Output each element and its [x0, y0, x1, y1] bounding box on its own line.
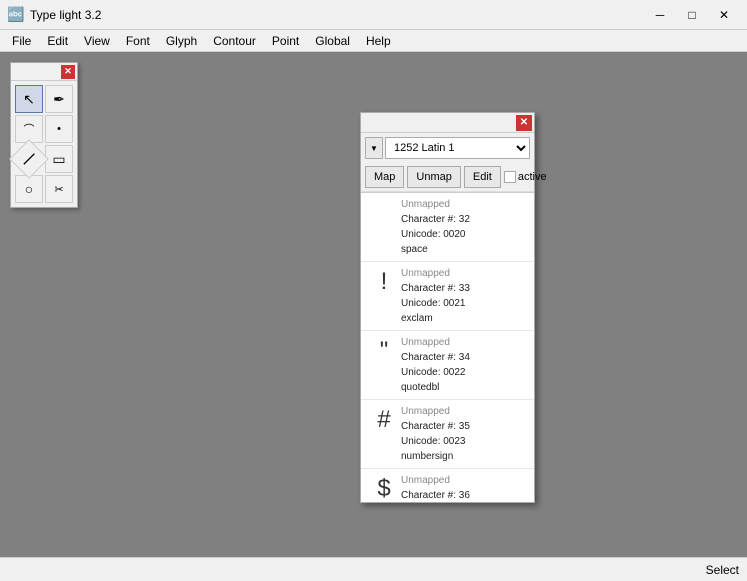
list-item[interactable]: # Unmapped Character #: 35 Unicode: 0023…	[361, 400, 534, 469]
ellipse-tool-button[interactable]: ○	[15, 175, 43, 203]
title-bar: 🔤 Type light 3.2 ─ □ ✕	[0, 0, 747, 30]
list-item[interactable]: $ Unmapped Character #: 36 Unicode: 0024…	[361, 469, 534, 502]
list-item-info: Unmapped Character #: 32 Unicode: 0020 s…	[401, 197, 528, 257]
glyph-name: space	[401, 242, 528, 257]
list-item-glyph	[367, 197, 401, 199]
glyph-name: numbersign	[401, 449, 528, 464]
char-number: Character #: 35	[401, 419, 528, 434]
close-button[interactable]: ✕	[709, 5, 739, 25]
char-number: Character #: 34	[401, 350, 528, 365]
unmapped-label: Unmapped	[401, 266, 528, 281]
list-item-info: Unmapped Character #: 36 Unicode: 0024 d…	[401, 473, 528, 502]
char-number: Character #: 33	[401, 281, 528, 296]
menu-item-file[interactable]: File	[4, 32, 39, 50]
unmap-button[interactable]: Unmap	[407, 166, 460, 188]
pointer-tool-button[interactable]: ↖	[15, 85, 43, 113]
rect-tool-button[interactable]: ▭	[45, 145, 73, 173]
active-checkbox[interactable]	[504, 171, 516, 183]
menu-item-point[interactable]: Point	[264, 32, 307, 50]
main-area: ✕ ↖ ✒ ⌒ • | ▭ ○ ✂ ✕ ▼ 1252 Latin 1 Map U…	[0, 52, 747, 557]
glyph-name: quotedbl	[401, 380, 528, 395]
list-item-glyph: !	[367, 266, 401, 296]
unmapped-label: Unmapped	[401, 404, 528, 419]
encoding-dropdown-row: ▼ 1252 Latin 1	[361, 133, 534, 163]
character-list[interactable]: Unmapped Character #: 32 Unicode: 0020 s…	[361, 192, 534, 502]
list-item-glyph: $	[367, 473, 401, 502]
list-item[interactable]: " Unmapped Character #: 34 Unicode: 0022…	[361, 331, 534, 400]
menu-item-edit[interactable]: Edit	[39, 32, 76, 50]
edit-button[interactable]: Edit	[464, 166, 501, 188]
menu-item-font[interactable]: Font	[118, 32, 158, 50]
toolbox-close-button[interactable]: ✕	[61, 65, 75, 79]
list-item-info: Unmapped Character #: 35 Unicode: 0023 n…	[401, 404, 528, 464]
panel-close-bar: ✕	[361, 113, 534, 133]
list-item-info: Unmapped Character #: 33 Unicode: 0021 e…	[401, 266, 528, 326]
list-item-info: Unmapped Character #: 34 Unicode: 0022 q…	[401, 335, 528, 395]
menu-item-contour[interactable]: Contour	[205, 32, 264, 50]
list-item-glyph: #	[367, 404, 401, 434]
title-bar-text: Type light 3.2	[30, 8, 645, 22]
status-bar: Select	[0, 557, 747, 581]
list-item[interactable]: ! Unmapped Character #: 33 Unicode: 0021…	[361, 262, 534, 331]
unicode-value: Unicode: 0022	[401, 365, 528, 380]
glyph-name: exclam	[401, 311, 528, 326]
menu-item-global[interactable]: Global	[307, 32, 358, 50]
unmapped-label: Unmapped	[401, 197, 528, 212]
panel-close-button[interactable]: ✕	[516, 115, 532, 131]
toolbox-grid: ↖ ✒ ⌒ • | ▭ ○ ✂	[11, 81, 77, 207]
unicode-value: Unicode: 0023	[401, 434, 528, 449]
menu-bar: FileEditViewFontGlyphContourPointGlobalH…	[0, 30, 747, 52]
unmapped-label: Unmapped	[401, 335, 528, 350]
list-item-glyph: "	[367, 335, 401, 365]
menu-item-view[interactable]: View	[76, 32, 118, 50]
minimize-button[interactable]: ─	[645, 5, 675, 25]
dropdown-arrow-button[interactable]: ▼	[365, 137, 383, 159]
unicode-value: Unicode: 0021	[401, 296, 528, 311]
char-number: Character #: 36	[401, 488, 528, 502]
pen-tool-button[interactable]: ✒	[45, 85, 73, 113]
panel-toolbar: Map Unmap Edit active	[361, 163, 534, 192]
list-item[interactable]: Unmapped Character #: 32 Unicode: 0020 s…	[361, 193, 534, 262]
unmapped-label: Unmapped	[401, 473, 528, 488]
unicode-value: Unicode: 0020	[401, 227, 528, 242]
menu-item-glyph[interactable]: Glyph	[158, 32, 205, 50]
knife-tool-button[interactable]: ✂	[45, 175, 73, 203]
maximize-button[interactable]: □	[677, 5, 707, 25]
char-number: Character #: 32	[401, 212, 528, 227]
character-map-panel: ✕ ▼ 1252 Latin 1 Map Unmap Edit active U…	[360, 112, 535, 503]
toolbox: ✕ ↖ ✒ ⌒ • | ▭ ○ ✂	[10, 62, 78, 208]
app-icon: 🔤	[8, 7, 24, 23]
encoding-select[interactable]: 1252 Latin 1	[385, 137, 530, 159]
status-text: Select	[8, 563, 739, 577]
active-label: active	[518, 171, 547, 183]
menu-item-help[interactable]: Help	[358, 32, 399, 50]
node-tool-button[interactable]: •	[45, 115, 73, 143]
title-bar-controls: ─ □ ✕	[645, 5, 739, 25]
map-button[interactable]: Map	[365, 166, 404, 188]
line-tool-button[interactable]: |	[9, 139, 49, 179]
active-checkbox-label[interactable]: active	[504, 171, 547, 183]
toolbox-close-bar: ✕	[11, 63, 77, 81]
